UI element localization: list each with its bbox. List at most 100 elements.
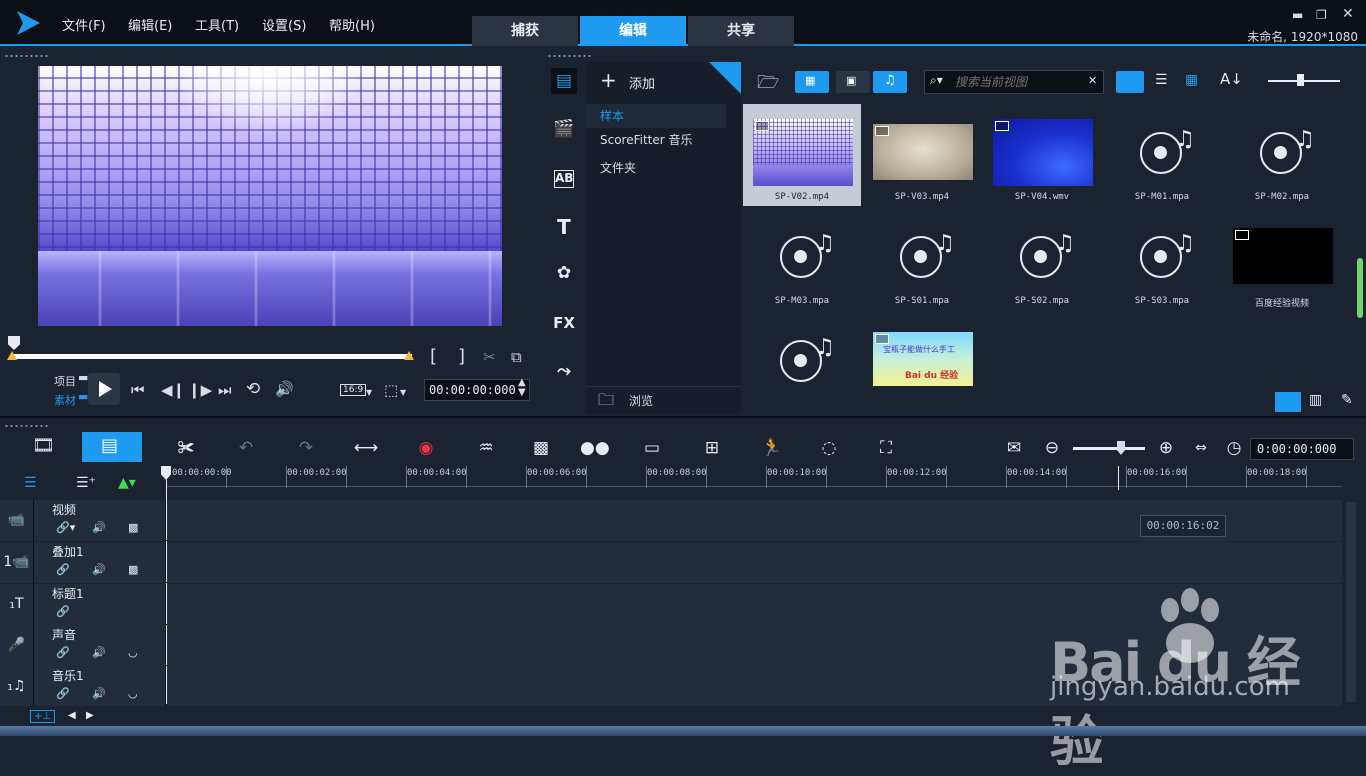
filter-icon[interactable]: FX [551, 310, 577, 336]
previous-frame-icon[interactable]: ◀❙ [161, 381, 185, 399]
close-icon[interactable]: ✕ [1342, 6, 1354, 22]
time-remapping-icon[interactable]: 🏃 [758, 436, 786, 460]
panel-grip[interactable] [4, 54, 50, 58]
add-chapter-icon[interactable]: +⊥ [30, 710, 56, 723]
clock-icon[interactable]: ◷ [1220, 436, 1248, 460]
transition-icon[interactable]: AB [554, 170, 574, 188]
scroll-right-icon[interactable]: ▶ [86, 710, 94, 721]
thumbnail-view-button[interactable] [1116, 71, 1144, 93]
minimize-icon[interactable]: ▬ [1292, 8, 1303, 22]
timeline-timecode[interactable]: 0:00:00:000 [1250, 438, 1354, 460]
crop-icon[interactable]: ⬚ [384, 381, 398, 399]
title-track-icon[interactable]: ₁T [0, 584, 34, 625]
instant-project-icon[interactable]: 🎬 [551, 116, 577, 142]
library-item[interactable]: ♫ SP-S02.mpa [983, 208, 1101, 310]
track-manager-icon[interactable]: ☰ [24, 475, 37, 491]
track-lane[interactable] [167, 666, 1342, 707]
volume-icon[interactable]: 🔊 [92, 687, 106, 700]
scroll-left-icon[interactable]: ◀ [68, 710, 76, 721]
ripple-icon[interactable]: ◡ [128, 646, 138, 659]
fit-timeline-icon[interactable]: ⇔ [1187, 436, 1215, 460]
panel-grip[interactable] [4, 424, 50, 428]
link-icon[interactable]: 🔗 [56, 687, 70, 700]
thumbnail-size-slider[interactable] [1268, 80, 1340, 82]
undo-icon[interactable]: ↶ [232, 436, 260, 460]
folder-item-sample[interactable]: 样本 [586, 104, 726, 128]
mask-creator-icon[interactable]: ◌ [815, 436, 843, 460]
tools-icon[interactable]: ✀ [172, 436, 200, 460]
sort-icon[interactable]: A↓ [1220, 70, 1243, 88]
timeline-scrollbar[interactable] [1346, 502, 1356, 702]
preview-scrubber[interactable] [12, 354, 412, 359]
play-button[interactable] [88, 373, 120, 405]
chevron-down-icon[interactable]: ▼ [366, 388, 372, 397]
sound-mixer-icon[interactable]: ♒ [472, 436, 500, 460]
show-options-panel-icon[interactable]: ▥ [1309, 392, 1322, 408]
track-title[interactable]: ₁T 标题1 🔗 [0, 584, 1342, 625]
link-icon[interactable]: 🔗▾ [56, 521, 75, 534]
tab-share[interactable]: 共享 [688, 16, 794, 46]
repeat-icon[interactable]: ⟲ [246, 379, 260, 399]
mark-out-handle[interactable] [404, 351, 414, 360]
link-icon[interactable]: 🔗 [56, 646, 70, 659]
scissors-icon[interactable]: ✂ [483, 348, 496, 366]
import-folder-icon[interactable]: 🗁 [757, 70, 779, 100]
timeline-zoom-slider[interactable] [1073, 447, 1145, 450]
show-audio-button[interactable]: ♫ [873, 71, 907, 93]
mark-in-handle[interactable] [7, 351, 17, 360]
record-capture-icon[interactable]: ◉ [412, 436, 440, 460]
show-library-panel-icon[interactable] [1275, 392, 1301, 412]
add-track-icon[interactable]: ☰⁺ [76, 475, 96, 491]
library-item[interactable]: 宝瓶子能做什么手工 Bai du 经验 [863, 312, 981, 386]
multi-camera-icon[interactable]: ⊞ [698, 436, 726, 460]
clear-search-icon[interactable]: ✕ [1088, 74, 1097, 87]
ripple-icon[interactable]: ◡ [128, 687, 138, 700]
tab-edit[interactable]: 编辑 [580, 16, 686, 46]
folder-item-scorefitter[interactable]: ScoreFitter 音乐 [586, 128, 726, 152]
library-item[interactable]: ♫ SP-M03.mpa [743, 208, 861, 310]
title-icon[interactable]: T [551, 214, 577, 240]
edit-icon[interactable]: ✎ [1341, 392, 1353, 408]
search-input[interactable] [955, 74, 1085, 90]
overlay-track-icon[interactable]: 1📹 [0, 542, 34, 583]
auto-music-icon[interactable]: ▩ [527, 436, 555, 460]
add-folder-button[interactable]: + 添加 [586, 62, 741, 98]
folder-item-folder[interactable]: 文件夹 [586, 156, 726, 180]
enlarge-icon[interactable]: ⧉ [511, 348, 522, 366]
fit-project-icon[interactable]: ⟷ [352, 436, 380, 460]
subtitle-editor-icon[interactable]: ▭ [638, 436, 666, 460]
library-item[interactable]: ♫ SP-S03.mpa [1103, 208, 1221, 310]
transparency-icon[interactable]: ▩ [128, 563, 138, 576]
mark-out-icon[interactable]: ] [458, 346, 465, 367]
library-item[interactable]: ♫ SP-S01.mpa [863, 208, 981, 310]
video-track-icon[interactable]: 📹 [0, 500, 34, 541]
link-icon[interactable]: 🔗 [56, 563, 70, 576]
preview-timecode[interactable]: 00:00:00:000 [424, 379, 530, 401]
panel-grip[interactable] [547, 54, 593, 58]
go-to-start-icon[interactable]: ⏮ [131, 381, 145, 399]
show-video-button[interactable]: ▦ [795, 71, 829, 93]
mode-clip-label[interactable]: 素材 [54, 392, 76, 408]
link-icon[interactable]: 🔗 [56, 605, 70, 618]
go-to-end-icon[interactable]: ⏭ [218, 381, 232, 399]
redo-icon[interactable]: ↷ [292, 436, 320, 460]
library-item[interactable]: SP-V04.wmv [983, 104, 1101, 206]
restore-icon[interactable]: ❐ [1316, 8, 1327, 22]
show-photo-button[interactable]: ▣ [836, 71, 870, 93]
track-lane[interactable] [167, 584, 1342, 625]
menu-file[interactable]: 文件(F) [62, 15, 106, 34]
timecode-stepper-icon[interactable]: ▲ ▼ [518, 378, 526, 398]
library-item[interactable]: SP-V02.mp4 [743, 104, 861, 206]
timeline-ruler[interactable]: 00:00:00:00 00:00:02:00 00:00:04:00 00:0… [161, 466, 1342, 498]
aspect-ratio-button[interactable]: 16:9 [340, 384, 367, 396]
thumbnail-size-knob[interactable] [1297, 74, 1304, 86]
grid-view-icon[interactable]: ▦ [1185, 72, 1198, 88]
library-item[interactable]: ♫ [743, 312, 861, 386]
track-lane[interactable] [167, 625, 1342, 666]
volume-icon[interactable]: 🔊 [275, 380, 294, 398]
menu-edit[interactable]: 编辑(E) [128, 15, 172, 34]
library-scrollbar[interactable] [1357, 258, 1363, 318]
track-voice[interactable]: 🎤 声音 🔗 🔊 ◡ [0, 625, 1342, 666]
media-library-icon[interactable]: ▤ [551, 68, 577, 94]
zoom-out-icon[interactable]: ⊖ [1038, 436, 1066, 460]
